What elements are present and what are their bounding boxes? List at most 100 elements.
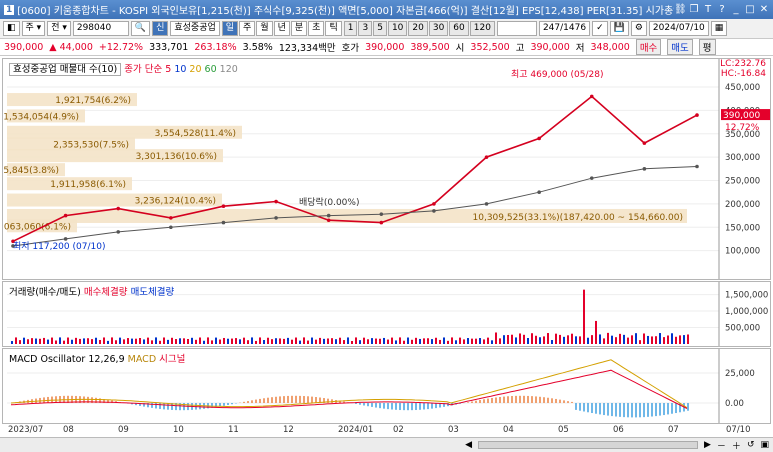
data-point xyxy=(642,141,647,145)
volume-bar xyxy=(219,339,221,344)
interval-tab[interactable]: 3 xyxy=(358,21,373,36)
volume-bar xyxy=(139,338,141,344)
restore-icon[interactable]: ❐ xyxy=(688,4,700,15)
macd-osc-bar xyxy=(587,403,589,413)
volume-bar xyxy=(419,338,421,344)
volume-bar xyxy=(187,338,189,344)
price-legend: 효성중공업 매물대 수(10) 종가 단순 5 10 20 60 120 xyxy=(9,61,238,76)
volume-bar xyxy=(503,335,505,344)
data-point xyxy=(484,202,489,206)
save-icon[interactable]: 💾 xyxy=(609,21,629,36)
ask-label: 호가 xyxy=(341,43,360,54)
macd-osc-bar xyxy=(271,397,273,403)
volume-bar xyxy=(619,333,621,344)
fit-icon[interactable]: ▣ xyxy=(760,440,769,450)
volume-bar xyxy=(431,339,433,344)
interval-input[interactable] xyxy=(496,21,537,36)
volume-bar xyxy=(19,340,21,344)
reset-icon[interactable]: ↺ xyxy=(747,440,755,450)
volume-bar xyxy=(191,337,193,344)
sell-button[interactable]: 매도 xyxy=(667,39,693,55)
check-icon[interactable]: ✓ xyxy=(592,21,608,36)
period-tab[interactable]: 분 xyxy=(290,21,308,36)
search-icon[interactable]: 🔍 xyxy=(130,21,151,36)
interval-tab[interactable]: 1 xyxy=(343,21,358,36)
macd-osc-bar xyxy=(527,395,529,403)
calendar-icon[interactable]: ▦ xyxy=(710,21,728,36)
interval-tab[interactable]: 120 xyxy=(469,21,495,36)
period-tab[interactable]: 일 xyxy=(221,21,239,36)
all-select[interactable]: 전 ▾ xyxy=(47,21,71,36)
interval-tab[interactable]: 20 xyxy=(408,21,428,36)
volume-bar xyxy=(259,337,261,344)
macd-osc-bar xyxy=(579,403,581,411)
zoom-out-icon[interactable]: － xyxy=(717,439,726,452)
new-badge[interactable]: 신 xyxy=(152,21,169,36)
x-tick-label: 04 xyxy=(503,425,514,435)
settings-icon[interactable]: ⚙ xyxy=(630,21,647,36)
macd-label: MACD xyxy=(127,354,157,365)
trade-amount: 123,334백만 xyxy=(278,43,336,54)
layout-icon[interactable]: ◧ xyxy=(3,21,20,36)
avg-button[interactable]: 평 xyxy=(698,39,716,55)
volume-bar xyxy=(143,339,145,344)
price-chart[interactable]: 450,000400,000350,000300,000250,000200,0… xyxy=(3,59,771,280)
volume-bar xyxy=(119,337,121,344)
volume-bar xyxy=(51,337,53,344)
link-icon[interactable]: ⛓ xyxy=(674,4,687,15)
scroll-thumb[interactable] xyxy=(477,441,698,449)
volume-bar xyxy=(79,338,81,344)
stock-code-input[interactable]: 298040 xyxy=(72,21,129,36)
volume-bar xyxy=(595,320,597,344)
period-tab[interactable]: 월 xyxy=(256,21,273,36)
period-tab[interactable]: 틱 xyxy=(325,21,342,36)
volume-profile-label: 1,921,754(6.2%) xyxy=(55,96,131,106)
volume-bar xyxy=(35,338,37,344)
volume-bar xyxy=(683,335,685,344)
macd-osc-bar xyxy=(279,396,281,403)
macd-osc-bar xyxy=(159,403,161,409)
date-input[interactable]: 2024/07/10 xyxy=(648,21,709,36)
scroll-left-icon[interactable]: ◀ xyxy=(465,440,472,450)
macd-osc-bar xyxy=(523,395,525,403)
stock-name[interactable]: 효성중공업 xyxy=(170,21,220,36)
interval-tab[interactable]: 30 xyxy=(428,21,449,36)
minimize-icon[interactable]: _ xyxy=(730,4,742,15)
maximize-icon[interactable]: □ xyxy=(744,4,756,15)
macd-osc-bar xyxy=(491,398,493,403)
period-tab[interactable]: 년 xyxy=(273,21,290,36)
volume-bar xyxy=(323,338,325,344)
volume-profile-label: 2,353,530(7.5%) xyxy=(53,140,129,150)
low-label: 저 xyxy=(575,43,585,54)
period-tab[interactable]: 주 xyxy=(239,21,256,36)
volume-bar xyxy=(599,334,601,344)
volume-bar xyxy=(107,340,109,344)
macd-osc-bar xyxy=(251,400,253,403)
weekly-select[interactable]: 주 ▾ xyxy=(21,21,46,36)
period-tab[interactable]: 초 xyxy=(308,21,325,36)
volume-bar xyxy=(535,335,537,344)
volume-bar xyxy=(471,338,473,344)
volume-bar xyxy=(643,333,645,344)
macd-osc-bar xyxy=(519,395,521,403)
help-icon[interactable]: ? xyxy=(716,4,728,15)
close-icon[interactable]: ✕ xyxy=(758,4,770,15)
interval-tab[interactable]: 60 xyxy=(449,21,469,36)
volume-profile-label: 1,911,958(6.1%) xyxy=(50,180,126,190)
interval-tab[interactable]: 10 xyxy=(387,21,408,36)
buy-button[interactable]: 매수 xyxy=(635,39,662,55)
zoom-in-icon[interactable]: ＋ xyxy=(732,439,741,452)
data-point xyxy=(379,220,384,225)
volume-bar xyxy=(515,337,517,344)
ma-period-label: 20 xyxy=(186,64,202,75)
volume-bar xyxy=(279,338,281,344)
volume-bar xyxy=(243,337,245,344)
volume-bar xyxy=(559,334,561,344)
tool-icon[interactable]: T xyxy=(702,4,714,15)
volume-bar xyxy=(603,338,605,344)
buy-volume-label: 매수체결량 xyxy=(83,287,128,298)
volume-bar xyxy=(55,340,57,344)
scroll-right-icon[interactable]: ▶ xyxy=(704,440,711,450)
interval-tab[interactable]: 5 xyxy=(373,21,387,36)
y-tick-label: 25,000 xyxy=(725,369,755,379)
